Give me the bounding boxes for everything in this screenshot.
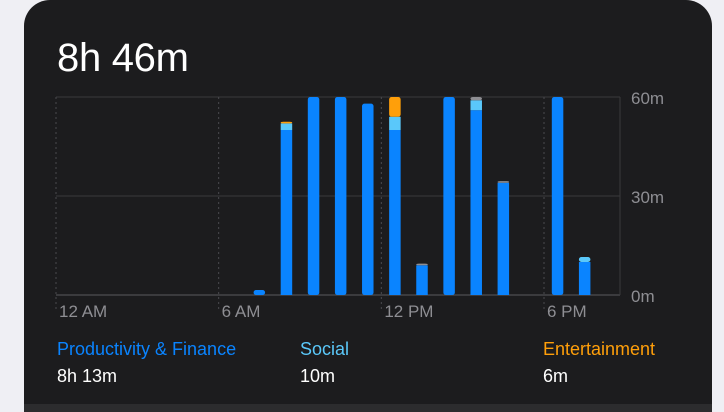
bar-hour-18[interactable]	[551, 97, 564, 295]
legend-entertainment[interactable]: Entertainment 6m	[543, 339, 655, 386]
bar-segment	[334, 97, 347, 295]
bar-segment	[280, 121, 293, 124]
bar-segment	[470, 97, 482, 101]
legend-productivity-time: 8h 13m	[57, 366, 118, 386]
bar-segment	[280, 123, 293, 130]
bar-segment	[416, 265, 428, 295]
bar-hour-10[interactable]	[334, 97, 347, 295]
y-tick-label: 30m	[631, 188, 664, 207]
bar-hour-14[interactable]	[443, 97, 455, 295]
bar-segment	[497, 182, 510, 295]
bar-segment	[362, 103, 374, 295]
bar-segment	[389, 97, 401, 117]
y-axis-labels: 0m 30m 60m	[631, 89, 664, 306]
bar-segment	[389, 116, 401, 130]
screen-time-card[interactable]: 8h 46m 0m 30m 60m 12 AM 6 AM 12 PM 6 PM Produ…	[24, 0, 712, 412]
bar-hour-12[interactable]	[389, 97, 401, 295]
legend-entertainment-time: 6m	[543, 366, 569, 386]
legend-productivity-name: Productivity & Finance	[57, 339, 237, 359]
bar-segment	[389, 130, 401, 295]
bar-hour-11[interactable]	[362, 103, 374, 295]
bar-segment	[253, 290, 266, 295]
legend-social[interactable]: Social 10m	[300, 339, 349, 386]
bar-hour-13[interactable]	[416, 263, 428, 295]
bar-hour-9[interactable]	[307, 97, 320, 295]
y-tick-label: 0m	[631, 287, 655, 306]
bar-hour-16[interactable]	[497, 181, 510, 295]
bar-hour-19[interactable]	[578, 257, 591, 295]
x-tick-label: 6 PM	[547, 302, 587, 321]
bar-segment	[497, 181, 510, 183]
bar-segment	[470, 100, 482, 111]
bar-segment	[578, 262, 591, 295]
x-tick-label: 12 PM	[384, 302, 433, 321]
bar-segment	[551, 97, 564, 295]
y-tick-label: 60m	[631, 89, 664, 108]
bar-segment	[307, 97, 320, 295]
bar-segment	[280, 130, 293, 295]
card-bottom-edge	[24, 404, 712, 412]
legend-social-time: 10m	[300, 366, 336, 386]
bar-segment	[578, 257, 591, 262]
bar-hour-7[interactable]	[253, 290, 266, 295]
bar-segment	[470, 110, 482, 295]
usage-chart[interactable]: 0m 30m 60m 12 AM 6 AM 12 PM 6 PM	[24, 0, 712, 330]
legend-productivity[interactable]: Productivity & Finance 8h 13m	[57, 339, 236, 386]
bar-segment	[443, 97, 455, 295]
bar-segment	[416, 263, 428, 266]
x-tick-label: 12 AM	[59, 302, 107, 321]
legend-social-name: Social	[300, 339, 350, 359]
x-tick-label: 6 AM	[222, 302, 261, 321]
bar-hour-8[interactable]	[280, 121, 293, 295]
bar-hour-15[interactable]	[470, 97, 482, 295]
legend-entertainment-name: Entertainment	[543, 339, 656, 359]
x-axis-labels: 12 AM 6 AM 12 PM 6 PM	[59, 302, 587, 321]
